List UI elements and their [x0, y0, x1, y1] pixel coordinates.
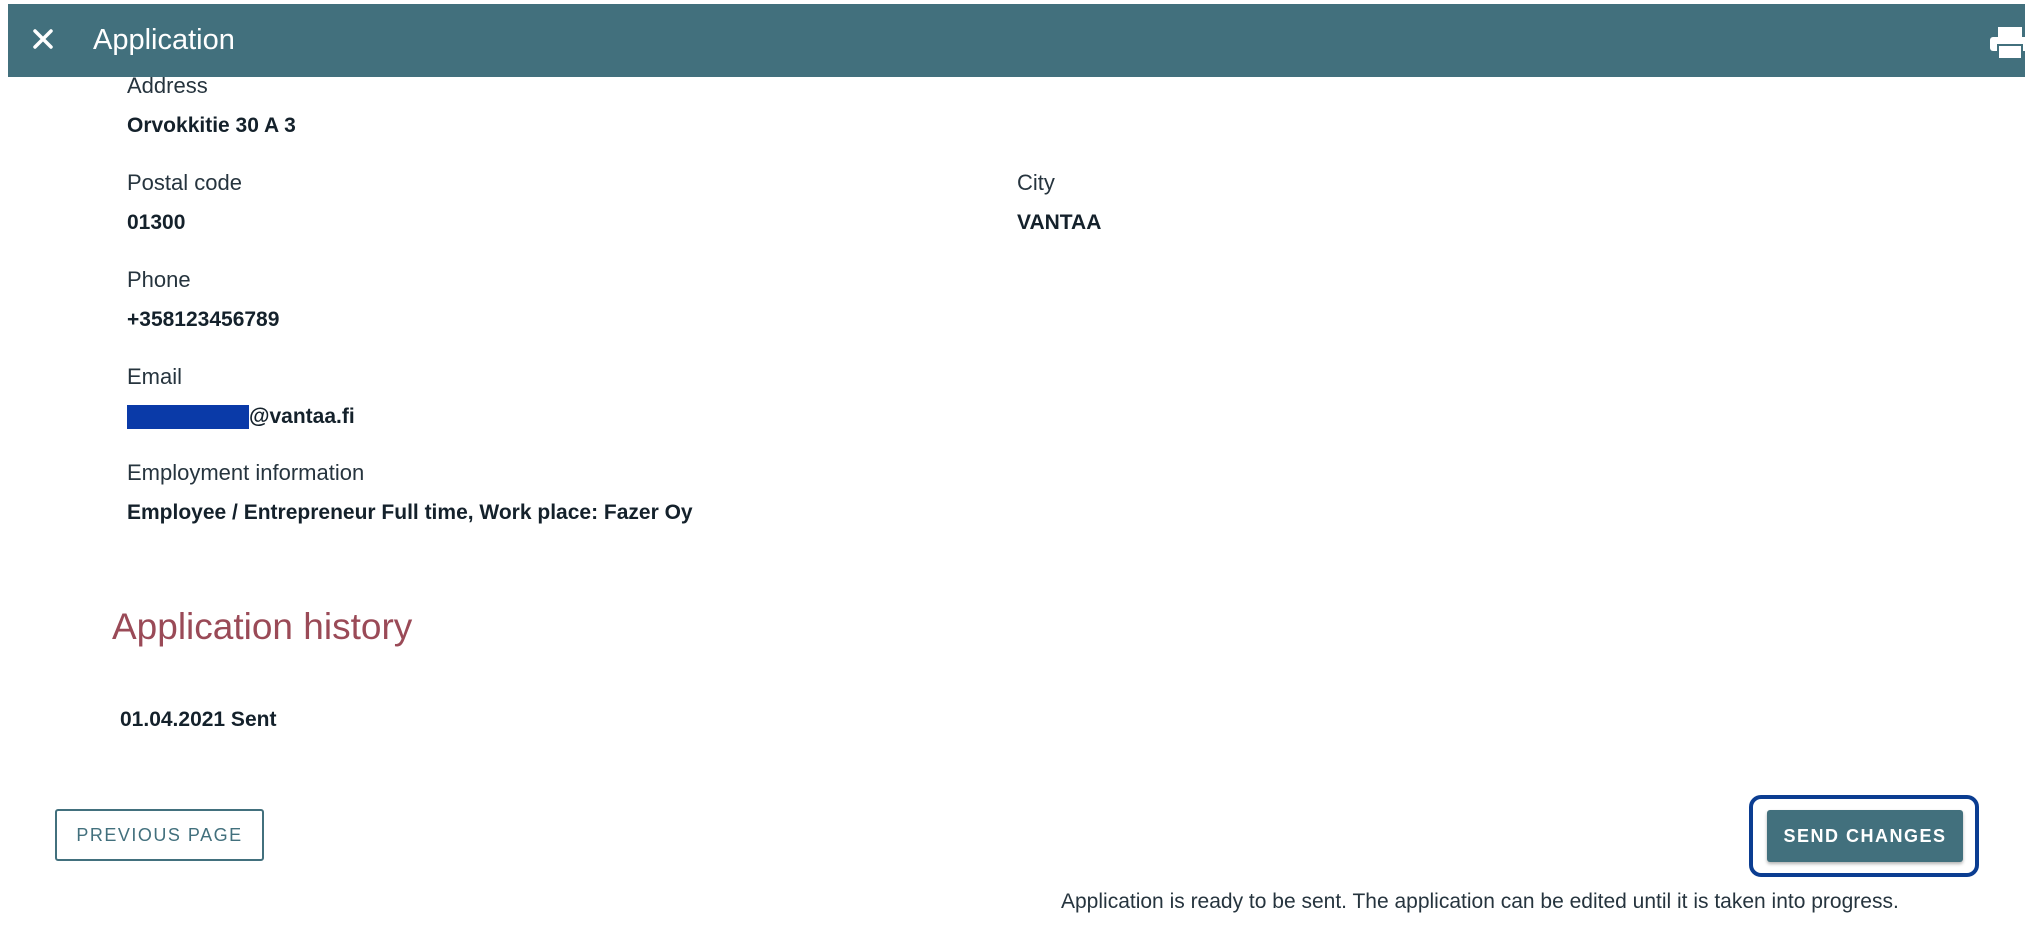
email-value: @vantaa.fi	[249, 405, 355, 428]
phone-value: +358123456789	[127, 308, 280, 331]
postal-code-value: 01300	[127, 211, 186, 234]
history-entry: 01.04.2021 Sent	[120, 708, 277, 731]
redacted-email-block	[127, 405, 249, 429]
address-value: Orvokkitie 30 A 3	[127, 114, 296, 137]
send-changes-button[interactable]: SEND CHANGES	[1767, 810, 1963, 862]
postal-code-label: Postal code	[127, 170, 242, 195]
app-header: Application	[8, 4, 2025, 77]
status-message: Application is ready to be sent. The app…	[1061, 890, 1899, 913]
city-label: City	[1017, 170, 1055, 195]
employment-value: Employee / Entrepreneur Full time, Work …	[127, 501, 693, 524]
page-title: Application	[93, 24, 235, 56]
print-button[interactable]	[1990, 25, 2025, 61]
email-label: Email	[127, 364, 183, 389]
print-icon	[1990, 27, 2025, 60]
address-label: Address	[127, 73, 208, 98]
application-history-title: Application history	[112, 606, 413, 647]
city-value: VANTAA	[1017, 211, 1102, 234]
close-icon	[33, 29, 53, 49]
previous-page-button[interactable]: PREVIOUS PAGE	[55, 809, 264, 861]
employment-label: Employment information	[127, 460, 365, 485]
close-button[interactable]	[20, 16, 66, 62]
phone-label: Phone	[127, 267, 191, 292]
